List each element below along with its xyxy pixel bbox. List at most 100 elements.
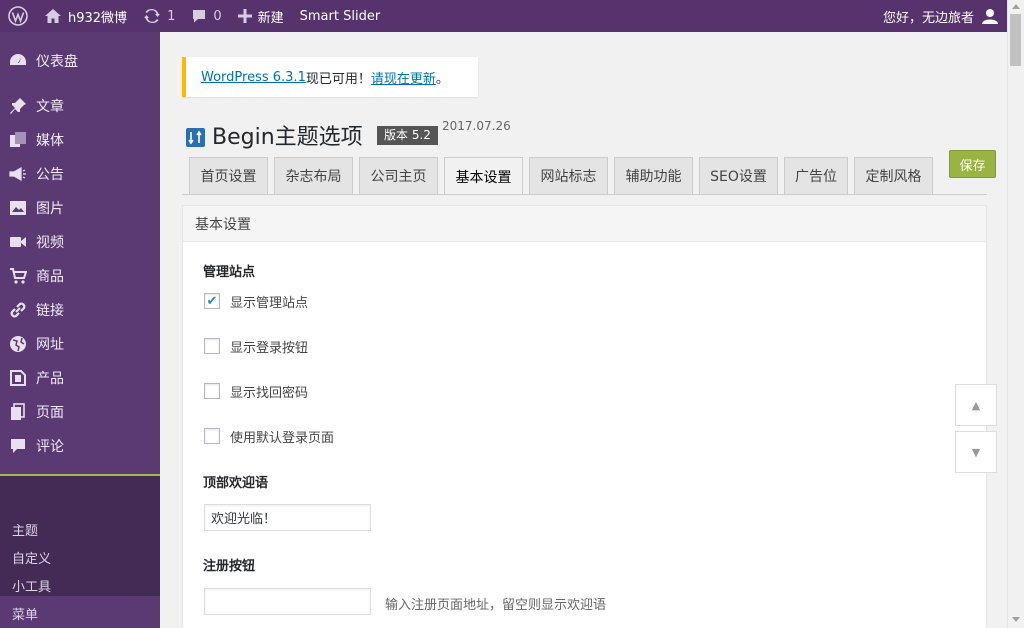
comments-link[interactable]: 0 xyxy=(183,0,229,32)
settings-panel: 基本设置 管理站点 ✔ 显示管理站点 显示登录按钮 显示找回密码 使用默认登录页… xyxy=(182,205,987,628)
updates-count: 1 xyxy=(167,8,176,24)
new-content-link[interactable]: 新建 xyxy=(230,0,292,32)
comments-count: 0 xyxy=(213,8,222,24)
sidebar-item-announcement[interactable]: 公告 xyxy=(0,157,160,191)
comment-icon xyxy=(0,437,36,455)
my-account-link[interactable]: 您好，无边旅者 xyxy=(875,0,1024,32)
sidebar-item-pages[interactable]: 页面 xyxy=(0,395,160,429)
sidebar-item-label: 公告 xyxy=(36,167,64,183)
megaphone-icon xyxy=(0,165,36,183)
update-notice: WordPress 6.3.1 现已可用！ 请现在更新 。 xyxy=(182,57,478,97)
scroll-to-top-button[interactable]: ▲ xyxy=(955,384,997,426)
new-content-label: 新建 xyxy=(257,10,284,26)
sidebar-item-comments[interactable]: 评论 xyxy=(0,429,160,463)
sidebar-item-products-shop[interactable]: 商品 xyxy=(0,259,160,293)
sidebar-item-sites[interactable]: 网址 xyxy=(0,327,160,361)
version-badge: 版本 5.2 xyxy=(377,126,438,145)
comment-bubble-icon xyxy=(193,10,206,23)
site-name-link[interactable]: h932微博 xyxy=(36,0,135,32)
plus-icon xyxy=(237,9,252,23)
tab-site-logo[interactable]: 网站标志 xyxy=(529,157,608,194)
wordpress-logo-icon[interactable] xyxy=(0,0,36,32)
show-recover-password-checkbox[interactable] xyxy=(204,383,220,399)
sidebar-item-video[interactable]: 视频 xyxy=(0,225,160,259)
triangle-down-icon: ▼ xyxy=(971,445,981,459)
theme-options-icon xyxy=(186,128,205,147)
scroll-to-bottom-button[interactable]: ▼ xyxy=(955,431,997,473)
link-icon xyxy=(0,301,36,319)
checkbox-label: 显示找回密码 xyxy=(230,385,309,401)
greeting-label: 您好，无边旅者 xyxy=(882,10,974,26)
checkbox-row-show-recover-password[interactable]: 显示找回密码 xyxy=(204,382,309,401)
show-manage-site-checkbox[interactable]: ✔ xyxy=(204,293,220,309)
sidebar-item-label: 媒体 xyxy=(36,133,64,149)
tab-divider xyxy=(182,194,987,195)
section-label-manage-site: 管理站点 xyxy=(203,265,256,280)
appearance-submenu: 主题 自定义 小工具 菜单 xyxy=(0,476,160,623)
sidebar-item-label: 文章 xyxy=(36,99,64,115)
sidebar-item-label: 视频 xyxy=(36,235,64,251)
submenu-item-customize[interactable]: 自定义 xyxy=(12,548,51,567)
page-title: Begin主题选项 xyxy=(212,125,363,150)
sidebar-item-label: 链接 xyxy=(36,303,64,319)
checkbox-row-show-manage-site[interactable]: ✔ 显示管理站点 xyxy=(204,292,309,311)
default-login-page-checkbox[interactable] xyxy=(204,428,220,444)
checkbox-label: 使用默认登录页面 xyxy=(230,430,335,446)
submenu-item-menus[interactable]: 菜单 xyxy=(12,604,38,623)
scroll-thumb[interactable] xyxy=(1010,14,1021,66)
sidebar-item-label: 图片 xyxy=(36,201,64,217)
tab-home-settings[interactable]: 首页设置 xyxy=(189,157,268,194)
tab-custom-style[interactable]: 定制风格 xyxy=(854,157,933,194)
sidebar-item-products[interactable]: 产品 xyxy=(0,361,160,395)
scroll-down-arrow-icon[interactable] xyxy=(1012,617,1020,622)
site-name-label: h932微博 xyxy=(68,10,128,26)
sidebar-item-posts[interactable]: 文章 xyxy=(0,89,160,123)
version-date: 2017.07.26 xyxy=(442,119,511,133)
show-login-button-checkbox[interactable] xyxy=(204,338,220,354)
pages-icon xyxy=(0,403,36,421)
product-icon xyxy=(0,369,36,387)
sidebar-item-dashboard[interactable]: 仪表盘 xyxy=(0,44,160,78)
tab-basic-settings[interactable]: 基本设置 xyxy=(444,157,523,195)
tab-magazine-layout[interactable]: 杂志布局 xyxy=(274,157,353,194)
register-hint: 输入注册页面地址，留空则显示欢迎语 xyxy=(385,598,607,613)
tab-company-home[interactable]: 公司主页 xyxy=(359,157,438,194)
globe-icon xyxy=(0,335,36,353)
refresh-icon xyxy=(144,8,161,24)
submenu-item-themes[interactable]: 主题 xyxy=(12,520,38,539)
tab-ads[interactable]: 广告位 xyxy=(784,157,848,194)
tab-seo-settings[interactable]: SEO设置 xyxy=(699,157,778,194)
sidebar-item-label: 产品 xyxy=(36,371,64,387)
video-icon xyxy=(0,233,36,251)
page-scrollbar[interactable] xyxy=(1007,0,1024,628)
notice-text: 现已可用！ xyxy=(305,71,371,87)
tab-auxiliary[interactable]: 辅助功能 xyxy=(614,157,693,194)
register-url-input[interactable] xyxy=(204,588,371,615)
scroll-up-arrow-icon[interactable] xyxy=(1012,4,1020,9)
update-now-link[interactable]: 请现在更新 xyxy=(371,68,436,87)
save-button[interactable]: 保存 xyxy=(949,150,996,178)
updates-link[interactable]: 1 xyxy=(135,0,183,32)
checkbox-label: 显示管理站点 xyxy=(230,295,309,311)
sidebar-item-label: 仪表盘 xyxy=(36,54,78,70)
section-label-welcome: 顶部欢迎语 xyxy=(203,476,269,491)
smart-slider-link[interactable]: Smart Slider xyxy=(292,0,389,32)
submenu-item-widgets[interactable]: 小工具 xyxy=(12,576,51,595)
notice-end: 。 xyxy=(435,71,449,87)
panel-header: 基本设置 xyxy=(183,206,986,242)
pin-icon xyxy=(0,97,36,115)
sidebar-item-label: 商品 xyxy=(36,269,64,285)
checkbox-row-show-login-button[interactable]: 显示登录按钮 xyxy=(204,337,309,356)
triangle-up-icon: ▲ xyxy=(971,398,981,412)
home-icon xyxy=(45,9,61,23)
checkbox-row-default-login-page[interactable]: 使用默认登录页面 xyxy=(204,427,335,446)
sidebar-item-media[interactable]: 媒体 xyxy=(0,123,160,157)
wordpress-version-link[interactable]: WordPress 6.3.1 xyxy=(201,70,306,85)
welcome-text-input[interactable] xyxy=(204,504,371,531)
sidebar-item-images[interactable]: 图片 xyxy=(0,191,160,225)
image-icon xyxy=(0,199,36,217)
section-label-register: 注册按钮 xyxy=(203,559,256,574)
sidebar-item-links[interactable]: 链接 xyxy=(0,293,160,327)
cart-icon xyxy=(0,267,36,285)
checkbox-label: 显示登录按钮 xyxy=(230,340,309,356)
